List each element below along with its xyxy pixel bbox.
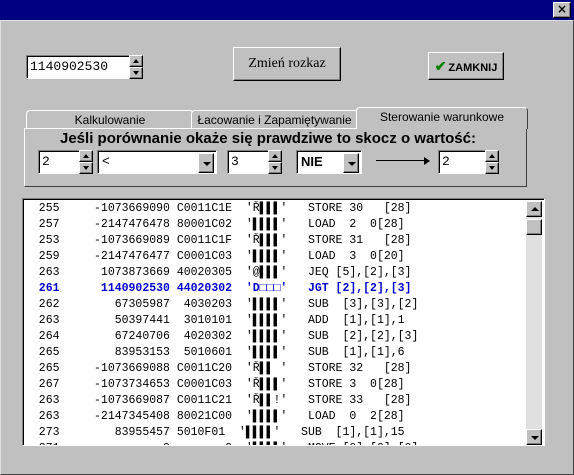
listing-row-current[interactable]: 261 1140902530 44020302 'D□□□' JGT [2],[…: [25, 281, 528, 297]
arrow-up-icon: [489, 154, 495, 158]
condition-label: Jeśli porównanie okaże się prawdziwe to …: [60, 130, 476, 147]
arrow-down-icon: [83, 166, 89, 170]
operand2-spinner[interactable]: [268, 150, 282, 174]
spin-down-button[interactable]: [129, 67, 143, 79]
close-button-label: ZAMKNIJ: [448, 62, 498, 74]
chevron-down-icon: [348, 162, 356, 166]
operand1-spinner[interactable]: [79, 150, 93, 174]
operator-dropdown-button[interactable]: [198, 153, 214, 173]
listing-rows: 255 -1073669090 C0011C1E 'Ř▌▌▌' STORE 30…: [25, 201, 528, 445]
arrow-head: [424, 157, 430, 165]
listing-row[interactable]: 267 -1073734653 C0001C03 'Ř▌▌▌' STORE 3 …: [25, 377, 528, 393]
operand2-input[interactable]: 3: [227, 150, 269, 174]
listing-row[interactable]: 264 67240706 4020302 '▌▌▌▌' SUB [2],[2],…: [25, 329, 528, 345]
arrow-up-icon: [531, 207, 539, 211]
listing-row[interactable]: 271 0 0 '▌▌▌▌' MOVE [0],[0],[0]: [25, 441, 528, 445]
jump-value-spinner[interactable]: [485, 150, 499, 174]
checkmark-icon: ✔: [434, 58, 447, 74]
arrow-up-icon: [83, 154, 89, 158]
listing-scrollbar[interactable]: [526, 201, 542, 445]
listing-row[interactable]: 262 67305987 4030203 '▌▌▌▌' SUB [3],[3],…: [25, 297, 528, 313]
arrow-down-icon: [489, 166, 495, 170]
negate-select[interactable]: NIE: [296, 150, 362, 174]
scroll-thumb[interactable]: [526, 219, 542, 235]
jump-value-input[interactable]: 2: [438, 150, 486, 174]
arrow-up-icon: [133, 59, 139, 63]
listing-row[interactable]: 253 -1073669089 C0011C1F 'Ř▌▌▌' STORE 31…: [25, 233, 528, 249]
tab-conditional-control[interactable]: Sterowanie warunkowe: [356, 107, 528, 129]
program-listing[interactable]: 255 -1073669090 C0011C1E 'Ř▌▌▌' STORE 30…: [22, 198, 545, 446]
arrow-up-icon: [272, 154, 278, 158]
listing-row[interactable]: 257 -2147476478 80001C02 '▌▌▌▌' LOAD 2 0…: [25, 217, 528, 233]
listing-row[interactable]: 273 83955457 5010F01 '▌▌▌▌' SUB [1],[1],…: [25, 425, 528, 441]
close-button[interactable]: ✔ ZAMKNIJ: [428, 52, 504, 80]
instruction-value-spinner[interactable]: [129, 55, 143, 79]
listing-row[interactable]: 259 -2147476477 C0001C03 '▌▌▌▌' LOAD 3 0…: [25, 249, 528, 265]
operator-select[interactable]: <: [97, 150, 217, 174]
scroll-down-button[interactable]: [526, 429, 542, 445]
operator-value: <: [102, 154, 110, 169]
spin-up-button[interactable]: [485, 150, 499, 162]
instruction-value-input[interactable]: 1140902530: [26, 55, 130, 79]
chevron-down-icon: [203, 162, 211, 166]
spin-down-button[interactable]: [485, 162, 499, 174]
arrow-right-icon: [376, 160, 426, 161]
listing-row[interactable]: 255 -1073669090 C0011C1E 'Ř▌▌▌' STORE 30…: [25, 201, 528, 217]
title-bar: ×: [0, 0, 574, 20]
tab-calculation[interactable]: Kalkulowanie: [26, 110, 194, 129]
listing-row[interactable]: 263 -2147345408 80021C00 '▌▌▌▌' LOAD 0 2…: [25, 409, 528, 425]
arrow-down-icon: [272, 166, 278, 170]
spin-down-button[interactable]: [268, 162, 282, 174]
listing-row[interactable]: 263 -1073669087 C0011C21 'Ř▌▌!' STORE 33…: [25, 393, 528, 409]
negate-value: NIE: [301, 154, 323, 169]
spin-down-button[interactable]: [79, 162, 93, 174]
tab-loading-storing[interactable]: Łacowanie i Zapamiętywanie: [191, 110, 358, 129]
arrow-down-icon: [531, 436, 539, 440]
change-instruction-button[interactable]: Zmień rozkaz: [233, 47, 341, 81]
listing-row[interactable]: 265 -1073669088 C0011C20 'Ř▌▌ ' STORE 32…: [25, 361, 528, 377]
listing-row[interactable]: 265 83953153 5010601 '▌▌▌▌' SUB [1],[1],…: [25, 345, 528, 361]
spin-up-button[interactable]: [79, 150, 93, 162]
operand1-input[interactable]: 2: [38, 150, 80, 174]
negate-dropdown-button[interactable]: [343, 153, 359, 173]
spin-up-button[interactable]: [129, 55, 143, 67]
window-close-button[interactable]: ×: [553, 2, 571, 18]
scroll-up-button[interactable]: [526, 201, 542, 217]
arrow-down-icon: [133, 71, 139, 75]
spin-up-button[interactable]: [268, 150, 282, 162]
listing-row[interactable]: 263 50397441 3010101 '▌▌▌▌' ADD [1],[1],…: [25, 313, 528, 329]
listing-row[interactable]: 263 1073873669 40020305 '@▌▌▌' JEQ [5],[…: [25, 265, 528, 281]
